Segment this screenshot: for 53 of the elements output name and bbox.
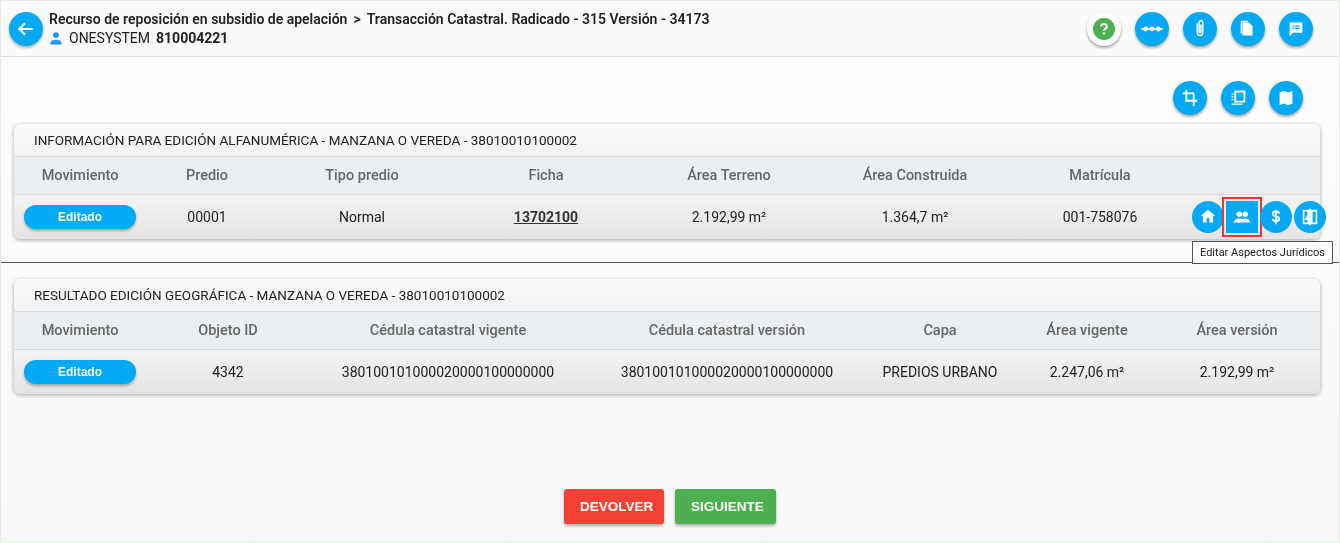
column-header: Predio xyxy=(184,166,230,186)
next-button[interactable]: SIGUIENTE xyxy=(675,489,776,524)
link[interactable]: 13702100 xyxy=(513,209,579,225)
column-header: Área vigente xyxy=(1045,320,1129,341)
table-cell: PREDIOS URBANO xyxy=(882,364,998,380)
dots-line-button[interactable] xyxy=(1135,11,1169,46)
column-header: Movimiento xyxy=(40,321,120,341)
status-button[interactable]: Editado xyxy=(24,360,136,384)
column-header: Ficha xyxy=(527,166,565,186)
user-id: 810004221 xyxy=(156,30,229,46)
breadcrumb-item: Transacción Catastral. Radicado - 315 Versión - 34173 xyxy=(366,11,710,27)
user-name: ONESYSTEM xyxy=(69,30,151,46)
card-title: INFORMACIÓN PARA EDICIÓN ALFANUMÉRICA - MANZANA O VEREDA - 38010010100002 xyxy=(14,124,1320,157)
help-icon xyxy=(1092,16,1116,41)
column-header: Objeto ID xyxy=(197,321,259,341)
table-cell: 2.192,99 m² xyxy=(1199,364,1275,380)
compare-button[interactable] xyxy=(1294,201,1326,233)
card-title: RESULTADO EDICIÓN GEOGRÁFICA - MANZANA O VEREDA - 38010010100002 xyxy=(14,279,1320,312)
column-header: Cédula catastral versión xyxy=(647,321,807,341)
user-icon xyxy=(49,31,63,45)
paperclip-button[interactable] xyxy=(1183,11,1217,46)
column-header: Movimiento xyxy=(40,166,120,186)
document-button[interactable] xyxy=(1231,11,1265,46)
breadcrumb-item[interactable]: Recurso de reposición en subsidio de apelación xyxy=(49,11,348,27)
dots-line-icon xyxy=(1141,25,1163,32)
column-header: Capa xyxy=(922,321,958,341)
crop-button[interactable] xyxy=(1173,81,1207,115)
table-cell: 00001 xyxy=(187,209,227,225)
table-cell: 2.247,06 m² xyxy=(1049,364,1125,380)
table-cell: 001-758076 xyxy=(1062,209,1138,225)
map-button[interactable] xyxy=(1269,81,1303,115)
status-button[interactable]: Editado xyxy=(24,205,136,229)
table-cell: 380100101000020000100000000 xyxy=(620,364,834,380)
column-header: Tipo predio xyxy=(324,166,400,186)
home-button[interactable] xyxy=(1192,201,1224,233)
back-button[interactable] xyxy=(9,11,43,46)
column-header: Área versión xyxy=(1195,320,1279,341)
breadcrumb-separator: > xyxy=(353,11,361,27)
column-header: Área Construida xyxy=(861,165,969,186)
tooltip: Editar Aspectos Jurídicos xyxy=(1192,241,1334,264)
table-cell: Normal xyxy=(339,209,385,225)
column-header: Área Terreno xyxy=(686,165,772,186)
column-header: Cédula catastral vigente xyxy=(368,321,528,341)
return-button[interactable]: DEVOLVER xyxy=(564,489,664,524)
table-cell: 1.364,7 m² xyxy=(881,209,949,225)
column-header: Matrícula xyxy=(1068,166,1132,186)
dollar-button[interactable] xyxy=(1260,201,1292,233)
table-cell: 4342 xyxy=(212,364,244,380)
table-cell: 380100101000020000100000000 xyxy=(341,364,555,380)
frame-button[interactable] xyxy=(1221,81,1255,115)
comment-button[interactable] xyxy=(1279,11,1313,46)
help-button[interactable] xyxy=(1087,11,1121,46)
table-cell: 2.192,99 m² xyxy=(691,209,767,225)
